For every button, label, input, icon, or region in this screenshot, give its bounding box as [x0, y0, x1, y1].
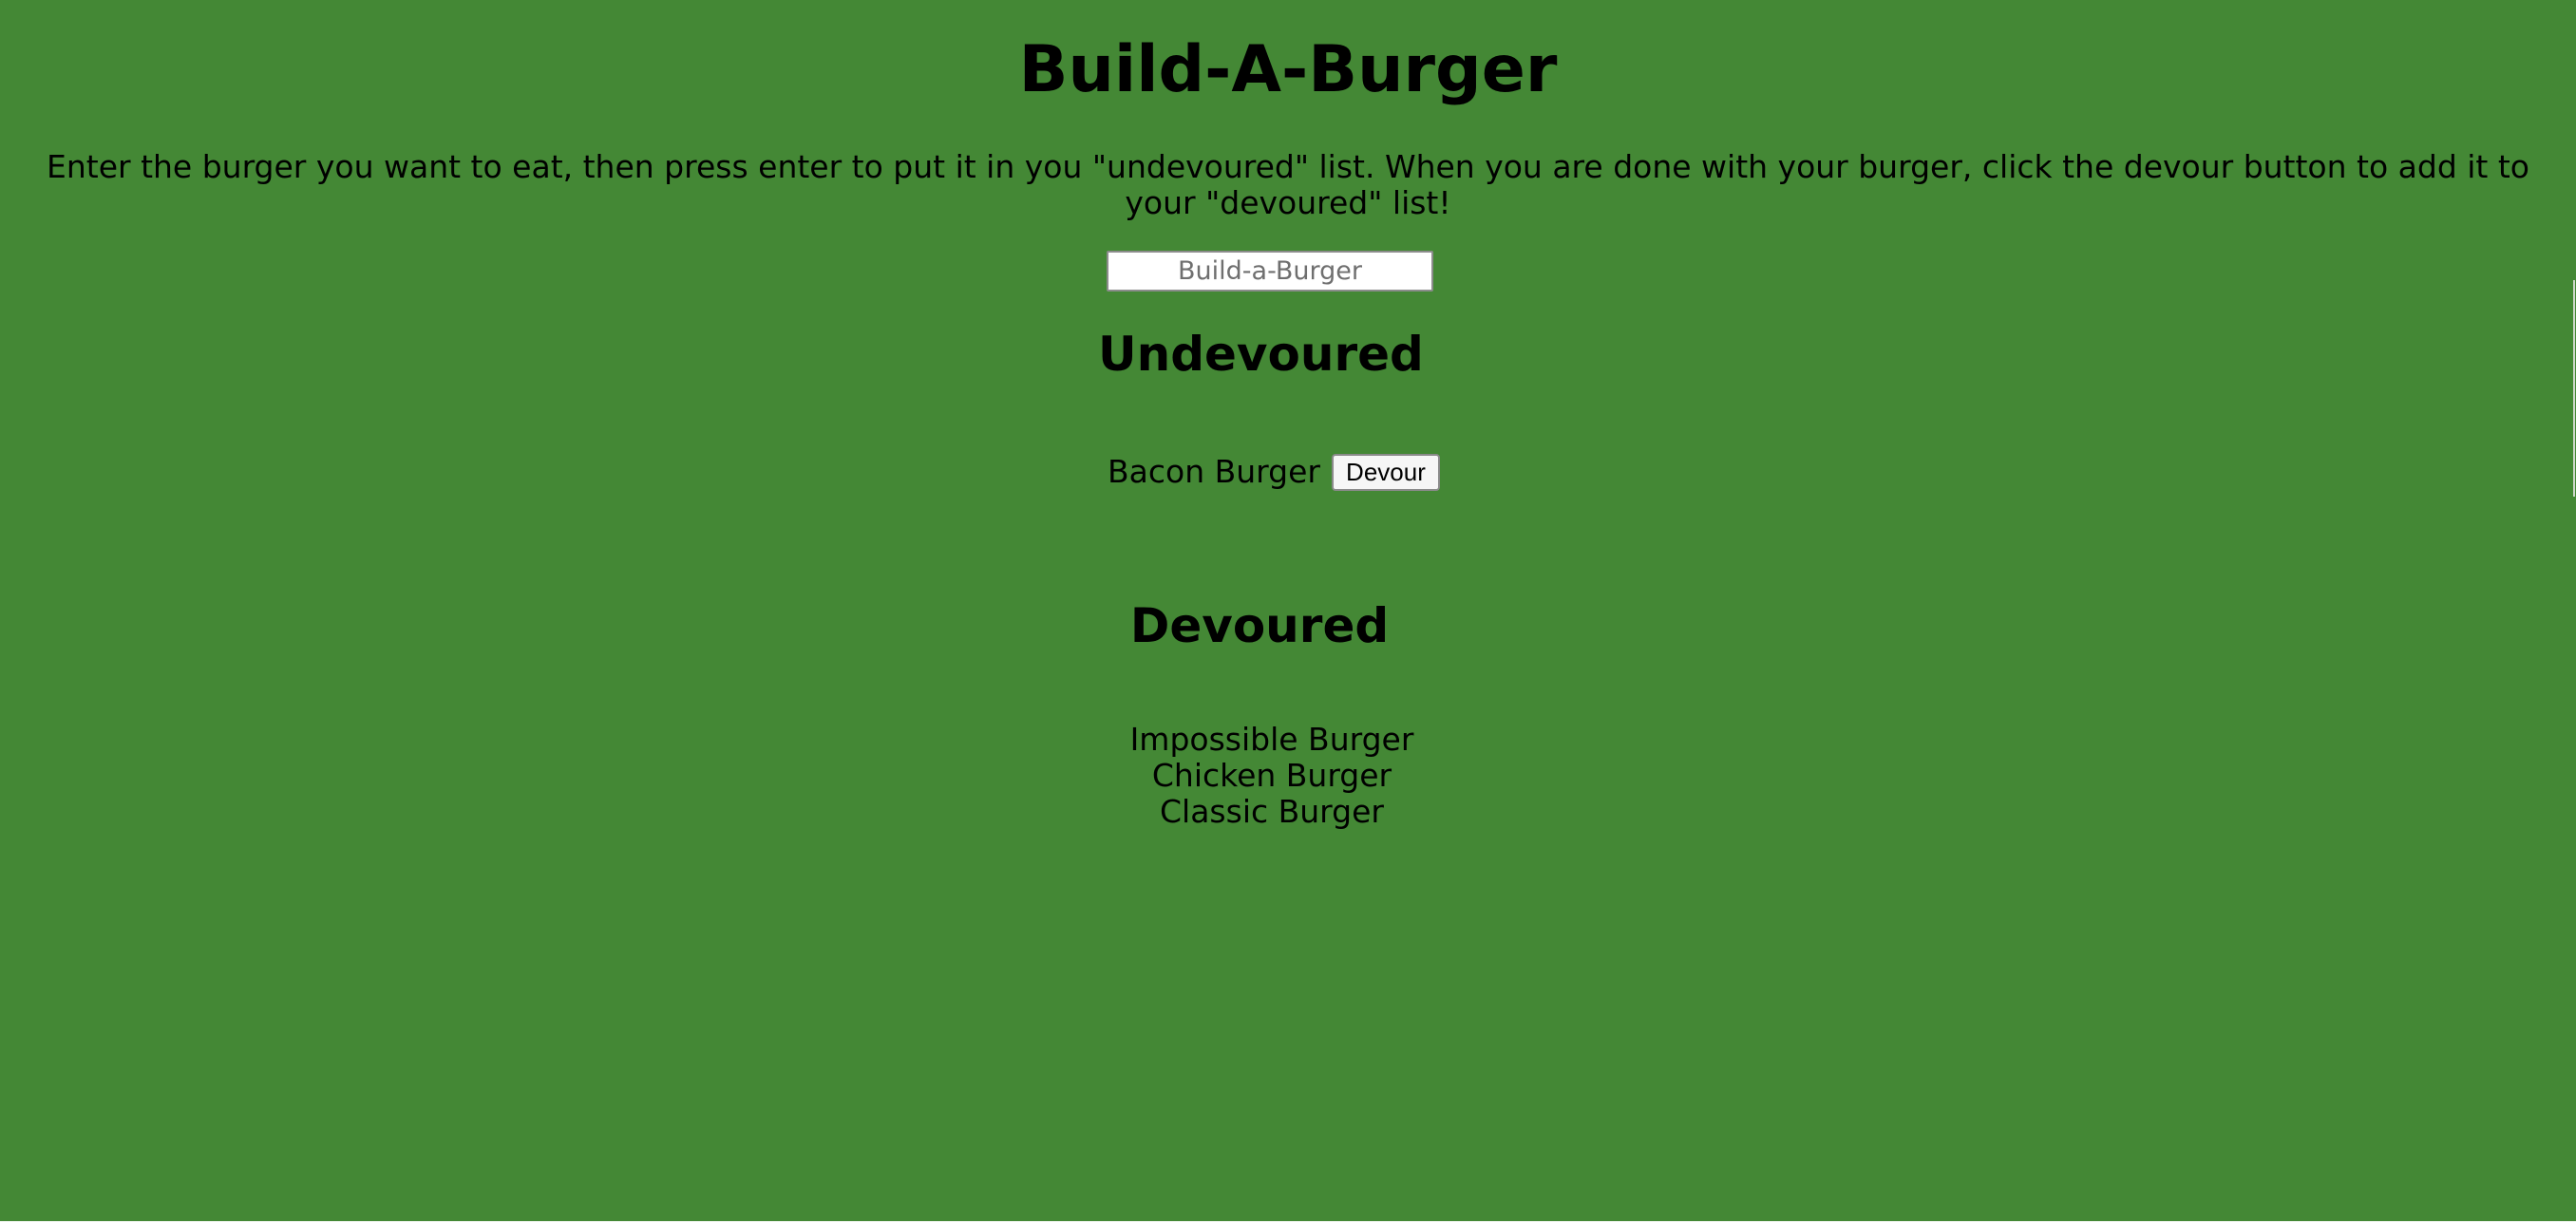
devoured-list-item: Impossible Burger [1129, 721, 1414, 758]
burger-name-input[interactable] [1107, 251, 1433, 292]
undevoured-list-item: Bacon Burger Devour [1108, 451, 1440, 493]
devoured-heading: Devoured [1129, 598, 1390, 653]
devoured-list: Impossible Burger Chicken Burger Classic… [1003, 722, 1541, 830]
devoured-list-item: Classic Burger [1160, 793, 1384, 830]
undevoured-heading: Undevoured [1098, 327, 1424, 382]
window-edge-divider [2573, 280, 2575, 497]
undevoured-burger-name: Bacon Burger [1108, 453, 1320, 490]
page-background: Build-A-Burger Enter the burger you want… [0, 0, 2576, 1221]
devour-button[interactable]: Devour [1331, 453, 1440, 491]
page-title: Build-A-Burger [1018, 32, 1558, 107]
devoured-list-item: Chicken Burger [1151, 757, 1392, 794]
instructions-text: Enter the burger you want to eat, then p… [47, 148, 2529, 221]
